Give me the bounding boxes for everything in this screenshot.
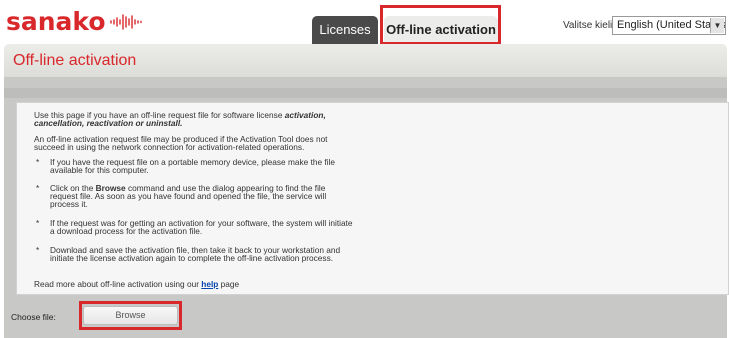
dropdown-arrow-icon[interactable]: ▼ bbox=[710, 18, 724, 33]
page-title: Off-line activation bbox=[13, 52, 137, 69]
browse-button[interactable]: Browse bbox=[83, 306, 178, 325]
bullet-marker: * bbox=[36, 245, 40, 255]
bullet-marker: * bbox=[36, 157, 40, 167]
help-link[interactable]: help bbox=[201, 279, 218, 289]
tab-offline-activation-label: Off-line activation bbox=[386, 22, 496, 37]
read-more-line: Read more about off-line activation usin… bbox=[34, 280, 239, 289]
bullet-2-line-3: process it. bbox=[50, 199, 88, 209]
intro-bold-text: activation, bbox=[284, 110, 326, 120]
bullet-marker: * bbox=[36, 183, 40, 193]
sanako-logo: sanako bbox=[6, 9, 144, 35]
tab-licenses-label: Licenses bbox=[319, 22, 371, 37]
logo-text: sanako bbox=[6, 7, 106, 36]
page-header: Off-line activation bbox=[4, 44, 727, 77]
bullet-3-line-2: a download process for the activation fi… bbox=[50, 226, 203, 236]
bullet-marker: * bbox=[36, 218, 40, 228]
para2-line-2: succeed in using the network connection … bbox=[34, 142, 305, 152]
intro-bold-text-2: cancellation, reactivation or uninstall. bbox=[34, 118, 183, 128]
tab-offline-activation[interactable]: Off-line activation bbox=[384, 16, 498, 44]
divider-strip bbox=[4, 88, 727, 98]
sound-wave-icon bbox=[109, 14, 142, 30]
language-select[interactable]: English (United States) ▼ bbox=[612, 16, 726, 35]
choose-file-label: Choose file: bbox=[11, 312, 56, 322]
bullet-1-line-2: available for this computer. bbox=[50, 165, 149, 175]
intro-line-2: cancellation, reactivation or uninstall. bbox=[34, 119, 182, 128]
read-more-post: page bbox=[220, 279, 240, 289]
top-bar: sanako Licenses Off-line activation Vali… bbox=[0, 0, 729, 46]
bullet-4-line-2: initiate the license activation again to… bbox=[50, 253, 334, 263]
language-label: Valitse kieli bbox=[563, 20, 613, 31]
read-more-pre: Read more about off-line activation usin… bbox=[34, 279, 199, 289]
tab-licenses[interactable]: Licenses bbox=[312, 16, 378, 44]
bullet-2-line-2: request file. As soon as you have found … bbox=[50, 191, 327, 201]
